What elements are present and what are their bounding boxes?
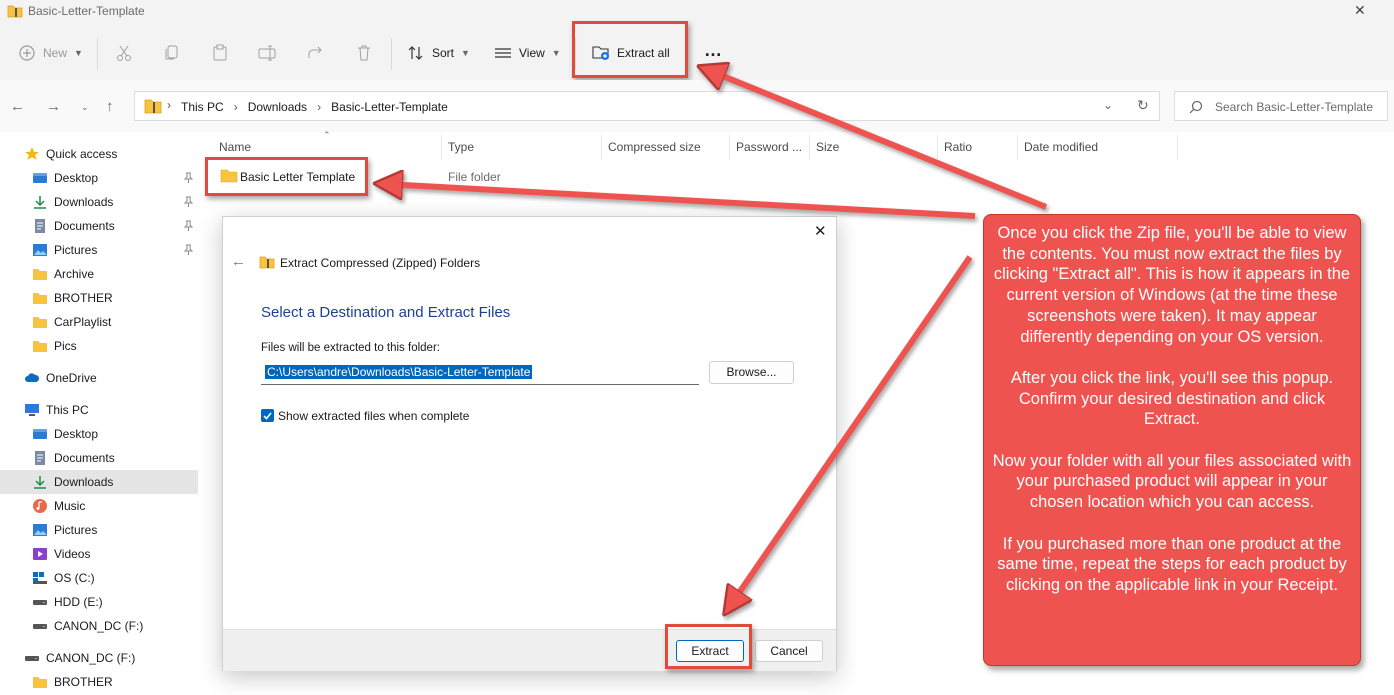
arrow-to-extract-all bbox=[708, 70, 1048, 210]
arrow-to-extract-button bbox=[730, 255, 973, 606]
instruction-callout: Once you click the Zip file, you'll be a… bbox=[983, 214, 1361, 666]
callout-text: Once you click the Zip file, you'll be a… bbox=[992, 224, 1352, 594]
arrow-to-folder bbox=[385, 184, 976, 219]
